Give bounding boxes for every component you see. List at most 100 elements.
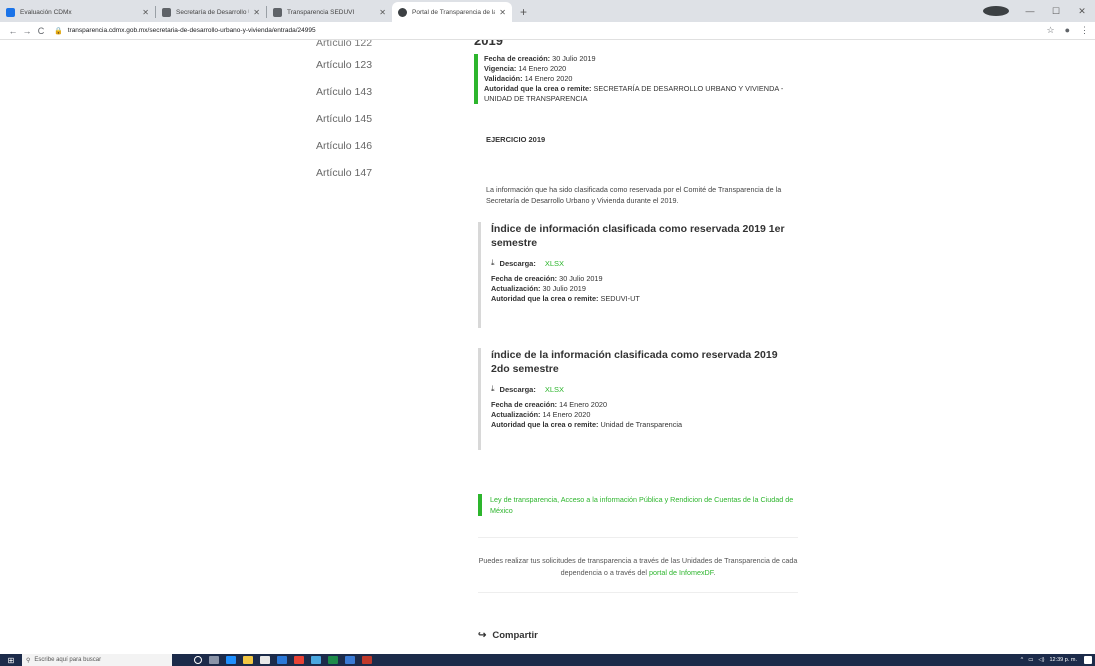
value: 14 Enero 2020 — [542, 410, 591, 419]
tab-close-icon[interactable]: ✕ — [253, 8, 260, 17]
tray-chevron-icon[interactable]: ^ — [1021, 657, 1024, 663]
browser-tab[interactable]: Evaluación CDMx ✕ — [0, 2, 155, 22]
document-title: índice de la información clasificada com… — [491, 349, 778, 375]
tab-label: Portal de Transparencia de la CDMX — [412, 8, 496, 16]
task-view-icon[interactable] — [209, 656, 219, 664]
clock[interactable]: 12:39 p. m. — [1049, 657, 1077, 663]
lock-icon[interactable]: 🔒 — [54, 27, 63, 35]
maximize-icon[interactable]: ☐ — [1043, 6, 1069, 17]
creation-date-row: Fecha de creación: 30 Julio 2019 — [491, 274, 798, 284]
download-icon: ⤓ — [491, 384, 495, 393]
value: 30 Julio 2019 — [552, 54, 596, 63]
account-icon[interactable]: ● — [1065, 25, 1070, 36]
window-controls: — ☐ ✕ — [983, 0, 1095, 22]
back-icon[interactable]: ← — [6, 26, 20, 36]
store-icon[interactable] — [260, 656, 270, 664]
file-explorer-icon[interactable] — [243, 656, 253, 664]
download-label: Descarga: — [499, 384, 536, 394]
label: Vigencia: — [484, 64, 517, 73]
cortana-icon[interactable] — [194, 656, 202, 664]
close-window-icon[interactable]: ✕ — [1069, 6, 1095, 17]
xlsx-download-link[interactable]: XLSX — [545, 259, 564, 268]
authority-row: Autoridad que la crea o remite: SEDUVI-U… — [491, 294, 798, 304]
sidebar-item-articulo-123[interactable]: Artículo 123 — [316, 52, 446, 79]
value: 14 Enero 2020 — [559, 400, 608, 409]
edge-icon[interactable] — [226, 656, 236, 664]
network-icon[interactable]: ▭ — [1028, 657, 1033, 663]
value: 14 Enero 2020 — [518, 64, 567, 73]
tab-label: Evaluación CDMx — [20, 8, 72, 16]
requests-end: . — [713, 568, 716, 577]
tab-favicon-icon — [162, 7, 171, 17]
document-card: índice de la información clasificada com… — [478, 348, 798, 450]
value: SEDUVI-UT — [600, 294, 640, 303]
sidebar-item-articulo-147[interactable]: Artículo 147 — [316, 160, 446, 187]
reload-icon[interactable]: C — [34, 26, 48, 36]
address-bar-actions: ☆ ● ⋮ — [1046, 25, 1089, 36]
label: Autoridad que la crea o remite: — [491, 294, 599, 303]
browser-tab[interactable]: Transparencia SEDUVI ✕ — [267, 2, 392, 22]
tab-favicon-icon — [6, 7, 15, 17]
download-label: Descarga: — [499, 258, 536, 268]
bookmark-star-icon[interactable]: ☆ — [1046, 25, 1054, 36]
app-icon[interactable] — [345, 656, 355, 664]
profile-icon[interactable] — [983, 6, 1009, 16]
forward-icon[interactable]: → — [20, 26, 34, 36]
volume-icon[interactable]: ◁) — [1038, 657, 1044, 663]
label: Autoridad que la crea o remite: — [491, 420, 599, 429]
label: Autoridad que la crea o remite: — [484, 84, 592, 93]
creation-date-row: Fecha de creación: 30 Julio 2019 — [484, 54, 804, 64]
windows-taskbar: ⊞ ⚲ Escribe aquí para buscar ^ ▭ ◁) 12:3… — [0, 654, 1095, 666]
tab-label: Transparencia SEDUVI — [287, 8, 355, 16]
value: Unidad de Transparencia — [600, 420, 683, 429]
update-date-row: Actualización: 14 Enero 2020 — [491, 410, 798, 420]
tab-close-icon[interactable]: ✕ — [379, 8, 386, 17]
tab-label: Secretaría de Desarrollo Urbano — [176, 8, 249, 16]
taskbar-search-input[interactable]: ⚲ Escribe aquí para buscar — [22, 654, 172, 666]
app-icon[interactable] — [362, 656, 372, 664]
sidebar-item-articulo-122[interactable]: Artículo 122 — [316, 40, 446, 52]
sidebar-item-articulo-145[interactable]: Artículo 145 — [316, 106, 446, 133]
menu-icon[interactable]: ⋮ — [1080, 25, 1089, 36]
document-metadata: Fecha de creación: 30 Julio 2019 Actuali… — [491, 274, 798, 304]
chrome-icon[interactable] — [294, 656, 304, 664]
app-icon[interactable] — [311, 656, 321, 664]
authority-row: Autoridad que la crea o remite: Unidad d… — [491, 420, 798, 430]
system-tray: ^ ▭ ◁) 12:39 p. m. — [1021, 654, 1077, 666]
notifications-icon[interactable] — [1084, 656, 1092, 664]
label: Fecha de creación: — [491, 274, 558, 283]
label: Fecha de creación: — [491, 400, 558, 409]
tab-close-icon[interactable]: ✕ — [499, 8, 506, 17]
minimize-icon[interactable]: — — [1017, 6, 1043, 16]
entry-metadata: Fecha de creación: 30 Julio 2019 Vigenci… — [474, 54, 804, 104]
mail-icon[interactable] — [277, 656, 287, 664]
tab-close-icon[interactable]: ✕ — [142, 8, 149, 17]
value: 30 Julio 2019 — [542, 284, 586, 293]
browser-tab-active[interactable]: Portal de Transparencia de la CDMX ✕ — [392, 2, 512, 22]
authority-row: Autoridad que la crea o remite: SECRETAR… — [484, 84, 804, 104]
xlsx-download-link[interactable]: XLSX — [545, 385, 564, 394]
download-icon: ⤓ — [491, 258, 495, 267]
infomex-link[interactable]: portal de InfomexDF — [649, 568, 713, 577]
windows-start-icon[interactable]: ⊞ — [0, 654, 22, 666]
label: Validación: — [484, 74, 523, 83]
share-label: Compartir — [492, 630, 538, 641]
sidebar-item-articulo-146[interactable]: Artículo 146 — [316, 133, 446, 160]
sidebar-item-articulo-143[interactable]: Artículo 143 — [316, 79, 446, 106]
excel-icon[interactable] — [328, 656, 338, 664]
search-icon: ⚲ — [26, 657, 31, 664]
url-field[interactable]: transparencia.cdmx.gob.mx/secretaria-de-… — [68, 27, 316, 34]
law-link[interactable]: Ley de transparencia, Acceso a la inform… — [478, 494, 798, 516]
validity-row: Vigencia: 14 Enero 2020 — [484, 64, 804, 74]
address-bar: ← → C 🔒 transparencia.cdmx.gob.mx/secret… — [0, 22, 1095, 40]
tab-favicon-icon — [273, 7, 282, 17]
requests-text: Puedes realizar tus solicitudes de trans… — [478, 556, 798, 577]
browser-tab[interactable]: Secretaría de Desarrollo Urbano ✕ — [156, 2, 266, 22]
search-placeholder: Escribe aquí para buscar — [34, 657, 102, 663]
share-button[interactable]: ↪ Compartir — [478, 630, 538, 641]
value: 30 Julio 2019 — [559, 274, 603, 283]
document-metadata: Fecha de creación: 14 Enero 2020 Actuali… — [491, 400, 798, 430]
articles-sidebar: Artículo 122 Artículo 123 Artículo 143 A… — [316, 40, 446, 187]
download-row: ⤓ Descarga: XLSX — [491, 384, 798, 394]
new-tab-button[interactable]: + — [512, 2, 535, 22]
